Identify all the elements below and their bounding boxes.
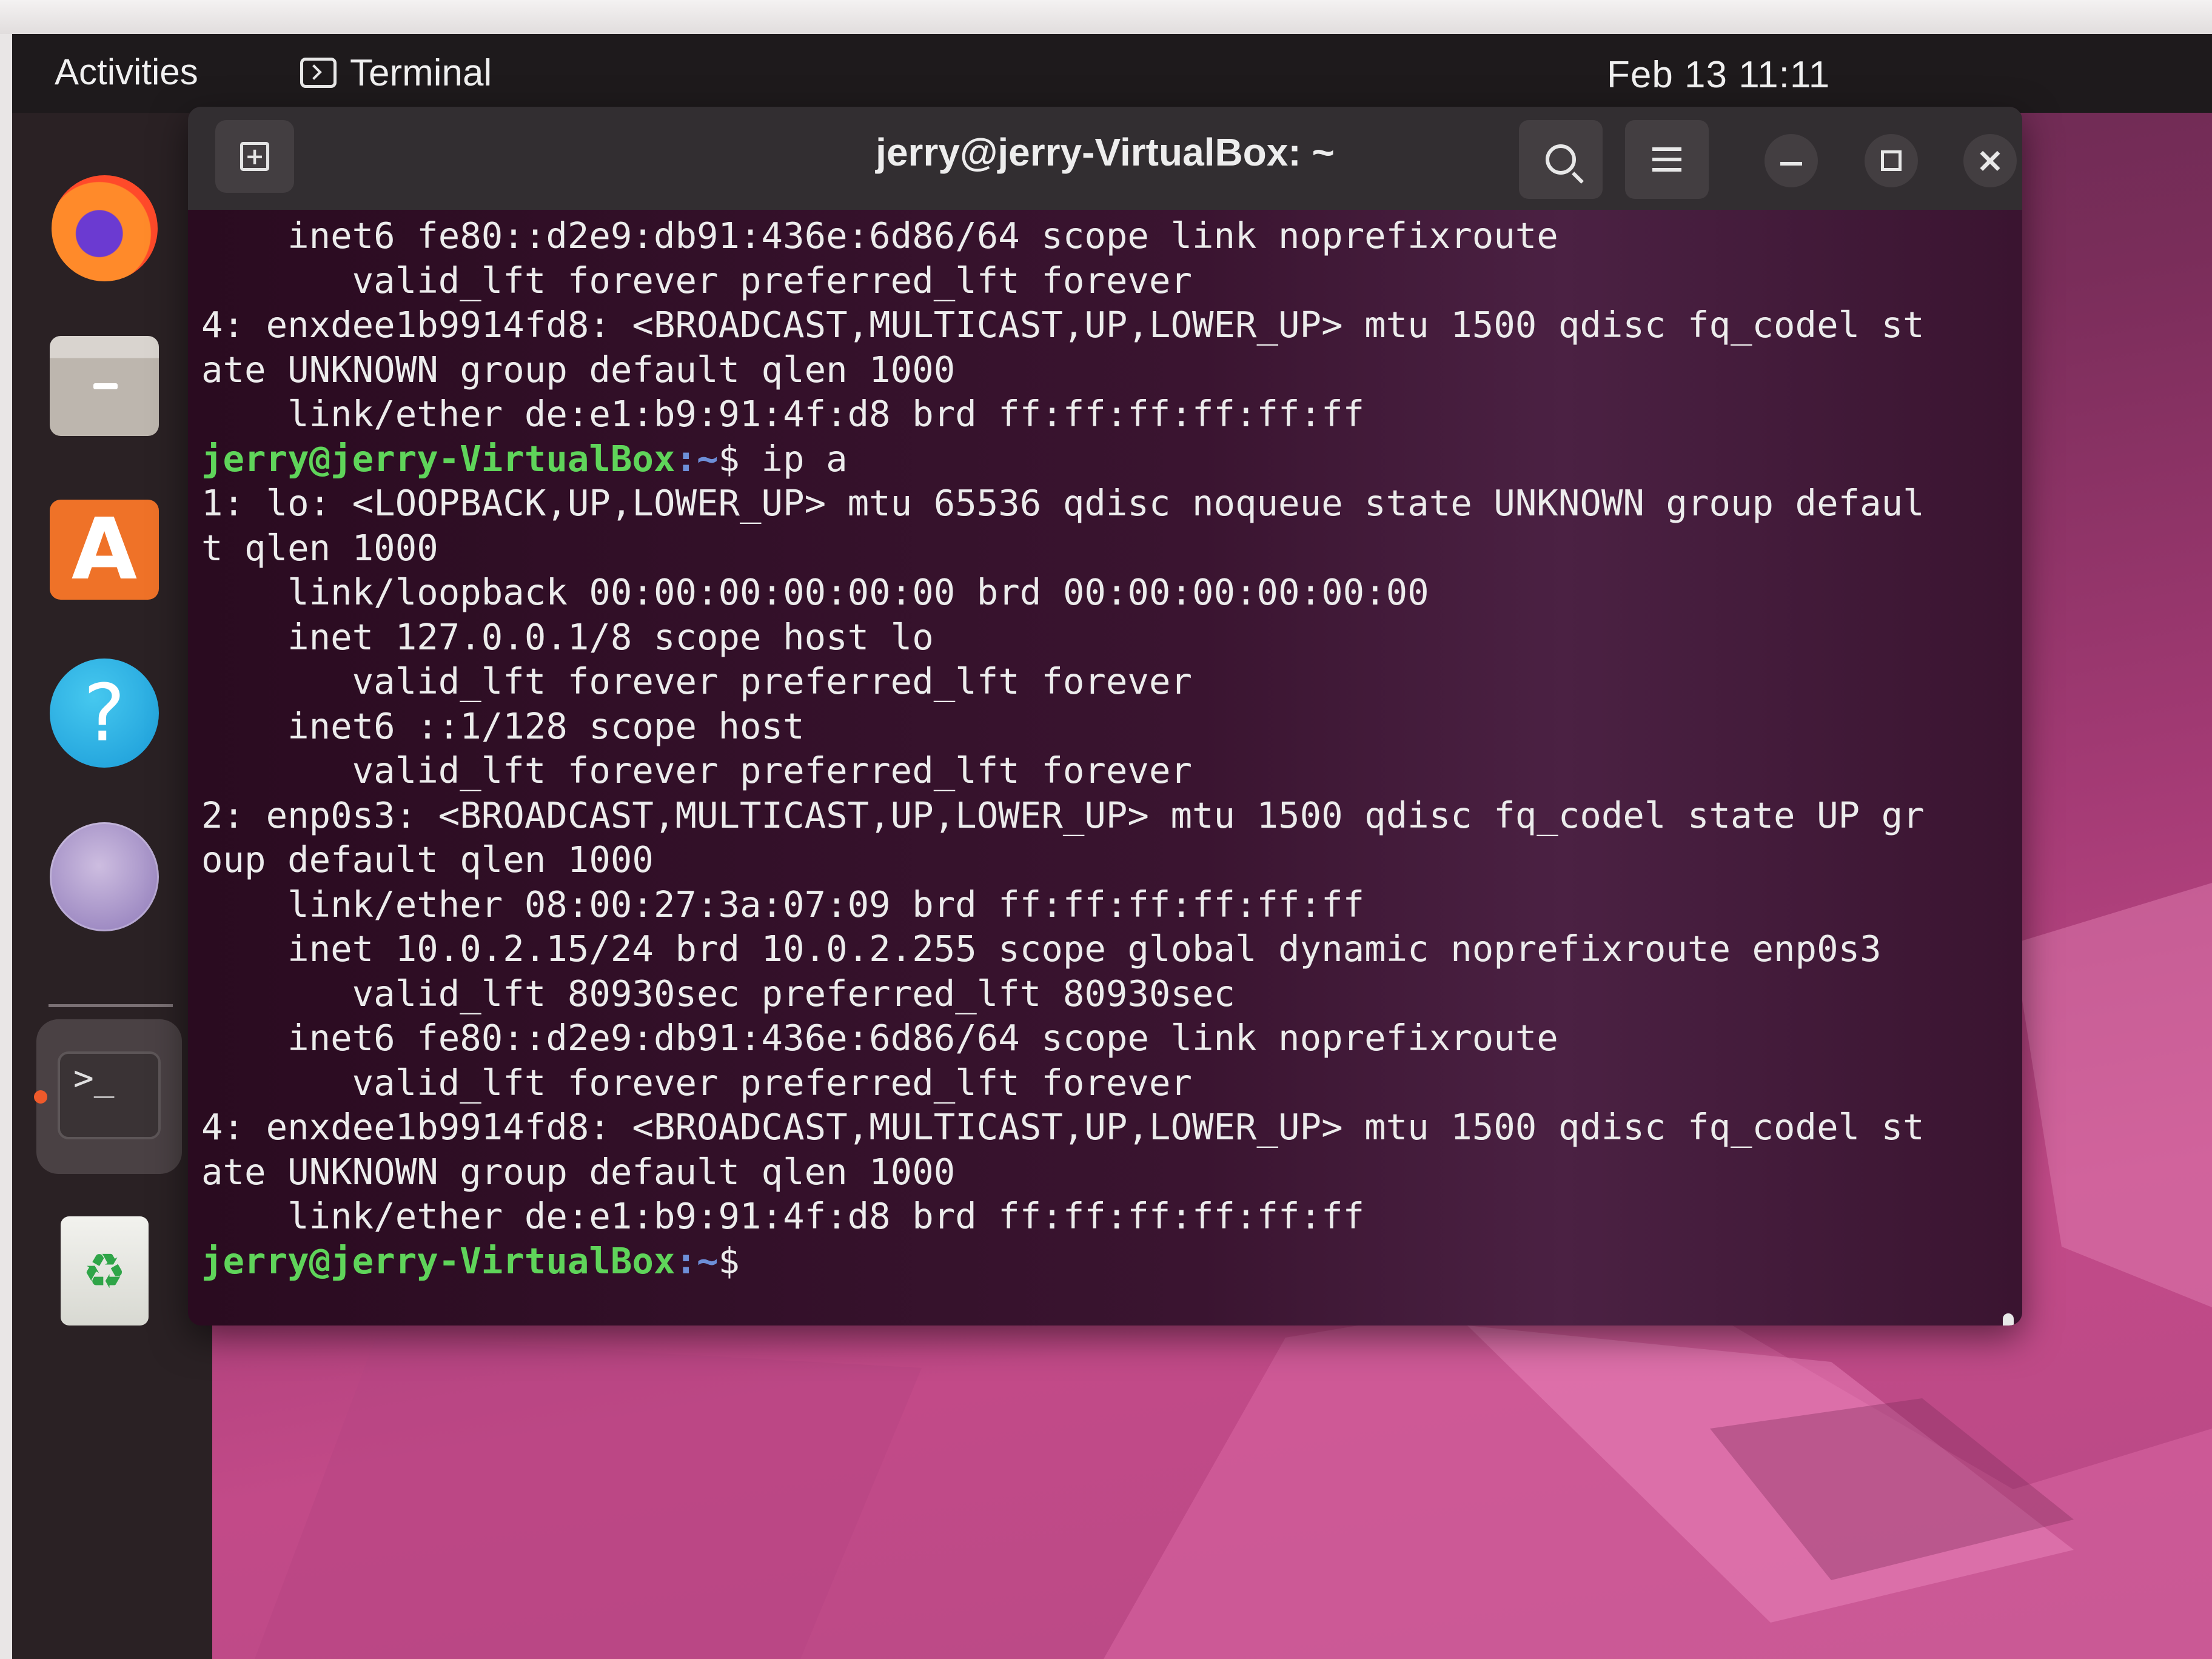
dock-item-trash[interactable]: ♻ — [44, 1210, 165, 1332]
output-line: valid_lft 80930sec preferred_lft 80930se… — [201, 972, 1236, 1014]
prompt-line: jerry@jerry-VirtualBox:~$ — [201, 1239, 1925, 1284]
search-button[interactable] — [1519, 120, 1603, 199]
dock-item-network[interactable] — [44, 816, 165, 937]
output-line: ate UNKNOWN group default qlen 1000 — [201, 1150, 956, 1193]
output-line: link/ether de:e1:b9:91:4f:d8 brd ff:ff:f… — [201, 393, 1365, 435]
terminal-icon — [300, 58, 337, 88]
output-line: inet6 fe80::d2e9:db91:436e:6d86/64 scope… — [201, 215, 1558, 256]
window-title: jerry@jerry-VirtualBox: ~ — [876, 130, 1335, 174]
close-button[interactable]: × — [1963, 134, 2017, 187]
output-line: valid_lft forever preferred_lft forever — [201, 1061, 1192, 1104]
output-line: ate UNKNOWN group default qlen 1000 — [201, 348, 956, 390]
terminal-icon: >_ — [58, 1051, 161, 1139]
dock-item-firefox[interactable] — [44, 167, 165, 289]
output-line: inet6 ::1/128 scope host — [201, 705, 805, 747]
files-icon — [50, 324, 159, 436]
minimize-button[interactable] — [1765, 134, 1818, 187]
search-icon — [1546, 144, 1576, 175]
dock-item-help[interactable]: ? — [44, 652, 165, 774]
terminal-output[interactable]: inet6 fe80::d2e9:db91:436e:6d86/64 scope… — [188, 210, 2022, 1326]
output-line: valid_lft forever preferred_lft forever — [201, 660, 1192, 702]
app-menu-terminal[interactable]: Terminal — [300, 49, 492, 97]
desktop-screen: Activities Terminal Feb 13 11:11 A ? >_ — [12, 34, 2212, 1659]
output-line: valid_lft forever preferred_lft forever — [201, 749, 1192, 791]
terminal-window[interactable]: + jerry@jerry-VirtualBox: ~ × inet6 fe80… — [188, 107, 2022, 1326]
output-line: inet 127.0.0.1/8 scope host lo — [201, 615, 934, 658]
output-line: inet6 fe80::d2e9:db91:436e:6d86/64 scope… — [201, 1017, 1558, 1059]
output-line: 4: enxdee1b9914fd8: <BROADCAST,MULTICAST… — [201, 1106, 1925, 1148]
hamburger-menu-button[interactable] — [1625, 120, 1709, 199]
activities-button[interactable]: Activities — [55, 51, 198, 93]
help-icon: ? — [50, 659, 159, 768]
scrollbar[interactable] — [2003, 1313, 2014, 1326]
prompt-command: $ — [718, 1239, 740, 1282]
close-icon: × — [1976, 141, 2005, 180]
output-line: link/ether 08:00:27:3a:07:09 brd ff:ff:f… — [201, 883, 1365, 925]
output-line: 1: lo: <LOOPBACK,UP,LOWER_UP> mtu 65536 … — [201, 482, 1925, 524]
output-line: link/ether de:e1:b9:91:4f:d8 brd ff:ff:f… — [201, 1195, 1365, 1237]
firefox-icon — [51, 175, 158, 281]
output-line: 2: enp0s3: <BROADCAST,MULTICAST,UP,LOWER… — [201, 794, 1925, 836]
dock-item-software[interactable]: A — [44, 489, 165, 610]
output-line: t qlen 1000 — [201, 526, 438, 569]
dock-item-files[interactable] — [44, 324, 165, 446]
maximize-button[interactable] — [1865, 134, 1918, 187]
prompt-user-host: jerry@jerry-VirtualBox — [201, 437, 675, 480]
prompt-path: :~ — [675, 437, 719, 480]
output-line: valid_lft forever preferred_lft forever — [201, 259, 1192, 301]
dock-separator — [49, 1004, 173, 1007]
prompt-command: $ ip a — [718, 437, 848, 480]
running-indicator — [34, 1090, 47, 1104]
top-bar: Activities Terminal Feb 13 11:11 — [12, 34, 2212, 113]
new-tab-icon: + — [240, 142, 269, 171]
output-line: link/loopback 00:00:00:00:00:00 brd 00:0… — [201, 571, 1429, 613]
output-line: inet 10.0.2.15/24 brd 10.0.2.255 scope g… — [201, 928, 1882, 970]
output-line: oup default qlen 1000 — [201, 839, 654, 880]
maximize-icon — [1881, 150, 1902, 171]
network-icon — [50, 822, 159, 931]
terminal-text: inet6 fe80::d2e9:db91:436e:6d86/64 scope… — [201, 213, 1925, 1283]
output-line: 4: enxdee1b9914fd8: <BROADCAST,MULTICAST… — [201, 304, 1925, 346]
prompt-path: :~ — [675, 1239, 719, 1282]
prompt-line: jerry@jerry-VirtualBox:~$ ip a — [201, 437, 1925, 481]
prompt-user-host: jerry@jerry-VirtualBox — [201, 1239, 675, 1282]
terminal-header-bar[interactable]: + jerry@jerry-VirtualBox: ~ × — [188, 107, 2022, 210]
app-menu-label: Terminal — [350, 52, 492, 94]
dock: A ? >_ ♻ — [12, 113, 212, 1659]
dock-item-terminal[interactable]: >_ — [49, 1034, 170, 1156]
terminal-icon-glyph: >_ — [73, 1058, 115, 1098]
minimize-icon — [1780, 162, 1802, 166]
trash-icon: ♻ — [60, 1216, 149, 1326]
app-store-icon: A — [50, 499, 159, 600]
date-time-clock[interactable]: Feb 13 11:11 — [1607, 53, 1830, 96]
new-tab-button[interactable]: + — [215, 120, 294, 193]
monitor-bezel — [0, 0, 2212, 34]
hamburger-icon — [1652, 147, 1681, 172]
